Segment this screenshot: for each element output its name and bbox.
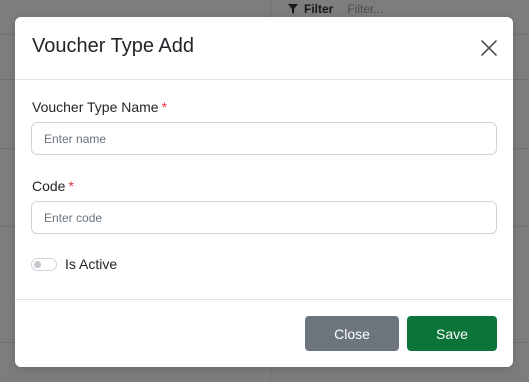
code-label: Code * — [32, 178, 74, 194]
modal-footer: Close Save — [15, 299, 513, 367]
is-active-toggle[interactable] — [31, 257, 57, 271]
toggle-knob — [34, 260, 41, 268]
close-icon[interactable] — [480, 39, 498, 57]
save-button[interactable]: Save — [407, 316, 497, 351]
voucher-type-name-label-text: Voucher Type Name — [32, 99, 159, 115]
required-marker: * — [161, 99, 168, 115]
is-active-row: Is Active — [31, 256, 117, 272]
voucher-type-name-label: Voucher Type Name * — [32, 99, 167, 115]
code-label-text: Code — [32, 178, 66, 194]
required-marker: * — [68, 178, 74, 194]
code-input[interactable] — [31, 201, 497, 234]
voucher-type-add-modal: Voucher Type Add Voucher Type Name* Code… — [15, 17, 513, 367]
modal-title: Voucher Type Add — [32, 35, 194, 57]
close-button[interactable]: Close — [305, 316, 399, 351]
voucher-type-name-input[interactable] — [31, 122, 497, 155]
modal-header: Voucher Type Add — [15, 17, 513, 80]
modal-body: Voucher Type Name* Code* Is Active — [15, 80, 513, 299]
is-active-label: Is Active — [65, 256, 118, 272]
